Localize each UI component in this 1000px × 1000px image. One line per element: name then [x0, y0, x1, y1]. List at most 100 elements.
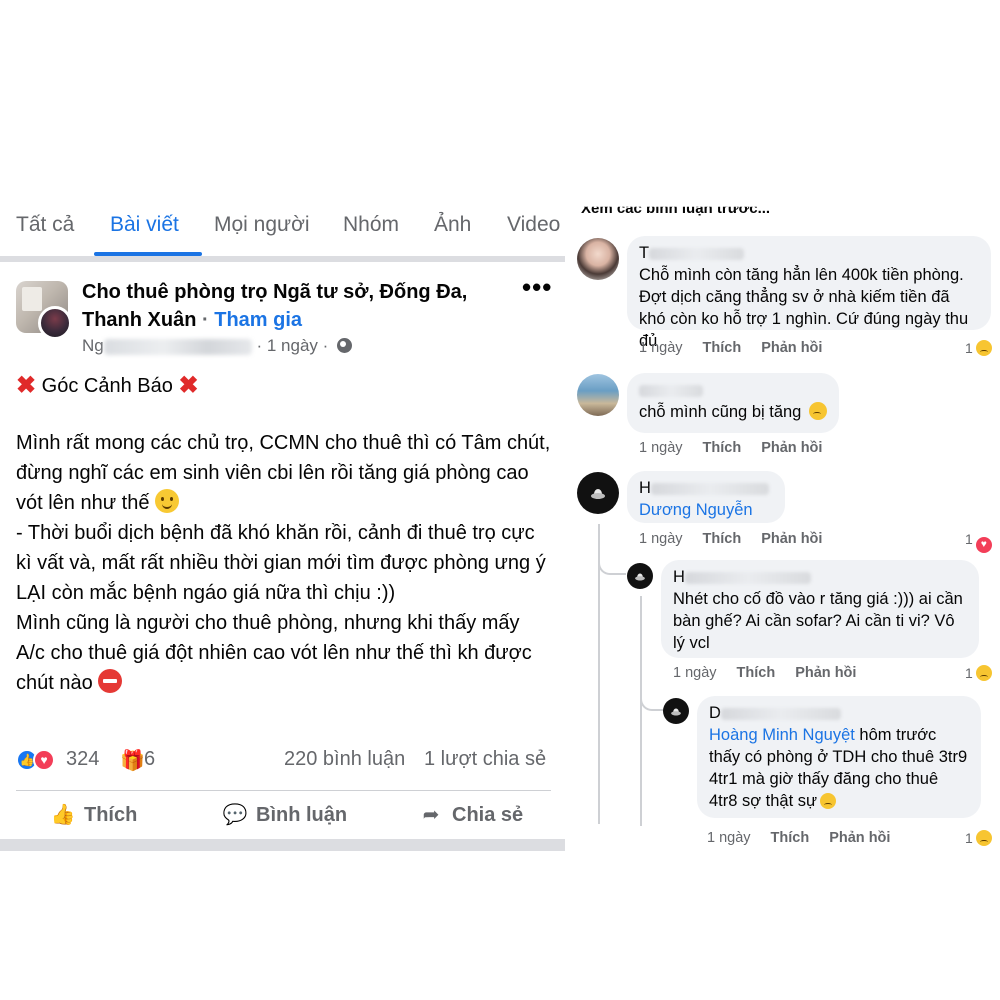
- reaction-summary: 👍 ♥ 324 🎁 6 220 bình luận 1 lượt chia sẻ: [16, 746, 551, 776]
- globe-icon: [337, 338, 353, 353]
- commenter-name[interactable]: H: [673, 568, 685, 586]
- comment-text: Chỗ mình còn tăng hẳn lên 400k tiền phòn…: [639, 266, 969, 350]
- comment-text: chỗ mình cũng bị tăng: [639, 403, 802, 421]
- post-body: ✖ Góc Cảnh Báo ✖ Mình rất mong các chủ t…: [16, 371, 551, 698]
- share-arrow-icon: ➦: [422, 804, 440, 826]
- more-options-button[interactable]: •••: [522, 272, 552, 303]
- commenter-avatar[interactable]: [577, 374, 619, 416]
- smiley-emoji-icon: [155, 489, 180, 513]
- lotus-icon: [635, 573, 645, 581]
- like-button[interactable]: 👍 Thích: [50, 802, 138, 827]
- comment-reactions[interactable]: 1: [965, 830, 992, 846]
- comment-time[interactable]: 1 ngày: [639, 340, 683, 356]
- commenter-name[interactable]: D: [709, 704, 721, 722]
- comment-count-link[interactable]: 220 bình luận: [284, 748, 405, 771]
- reaction-count[interactable]: 324: [66, 748, 99, 771]
- tab-posts[interactable]: Bài viết: [110, 213, 179, 237]
- comment-reply-button[interactable]: Phản hồi: [795, 665, 856, 681]
- commenter-avatar[interactable]: [627, 563, 653, 589]
- tab-photos[interactable]: Ảnh: [434, 213, 471, 237]
- crying-emoji-icon: [820, 793, 837, 809]
- lotus-icon: [591, 489, 605, 499]
- author-name-redacted: [103, 338, 252, 355]
- post-paragraph: Mình rất mong các chủ trọ, CCMN cho thuê…: [16, 432, 551, 514]
- comment-bubble: H Dương Nguyễn: [627, 471, 785, 523]
- comment-like-button[interactable]: Thích: [703, 440, 742, 456]
- post-panel: Tất cả Bài viết Mọi người Nhóm Ảnh Video…: [0, 196, 565, 851]
- comment-bubble: T Chỗ mình còn tăng hẳn lên 400k tiền ph…: [627, 236, 991, 350]
- commenter-name[interactable]: T: [639, 244, 649, 262]
- comment-meta: 1 ngày Thích Phản hồi: [707, 830, 890, 846]
- speech-bubble-icon: 💬: [222, 804, 248, 826]
- author-name[interactable]: Ng: [82, 336, 104, 355]
- share-button[interactable]: ➦ Chia sẻ: [418, 802, 524, 827]
- divider: [0, 839, 565, 851]
- comment-meta: 1 ngày Thích Phản hồi: [673, 665, 856, 681]
- comment-time[interactable]: 1 ngày: [673, 665, 717, 681]
- no-entry-emoji-icon: [98, 669, 123, 693]
- divider: [16, 790, 551, 791]
- post-paragraph: - Thời buổi dịch bệnh đã khó khăn rồi, c…: [16, 522, 546, 574]
- cross-mark-icon: ✖: [16, 372, 37, 399]
- post-meta: Ng · 1 ngày ·: [82, 336, 353, 356]
- thread-line: [640, 596, 642, 826]
- comment-bubble: chỗ mình cũng bị tăng: [627, 373, 839, 433]
- gift-count: 6: [144, 748, 156, 770]
- comment-meta: 1 ngày Thích Phản hồi: [639, 531, 822, 547]
- commenter-avatar[interactable]: [577, 238, 619, 280]
- sad-reaction-icon: [975, 340, 992, 356]
- crying-emoji-icon: [808, 402, 827, 420]
- comment-reactions[interactable]: 1: [965, 340, 992, 356]
- cross-mark-icon: ✖: [178, 372, 199, 399]
- love-reaction-icon[interactable]: ♥: [33, 749, 55, 771]
- comment-like-button[interactable]: Thích: [703, 531, 742, 547]
- comment-reply-button[interactable]: Phản hồi: [761, 531, 822, 547]
- comment-bubble: D Hoàng Minh Nguyệt hôm trước thấy có ph…: [697, 696, 981, 818]
- comment-button[interactable]: 💬 Bình luận: [222, 802, 348, 827]
- sad-reaction-icon: [975, 665, 992, 681]
- comment-time[interactable]: 1 ngày: [639, 440, 683, 456]
- commenter-name-redacted: [639, 384, 703, 397]
- comments-panel: Xem các bình luận trước... T Chỗ mình cò…: [565, 196, 1000, 860]
- post-paragraph: Mình cũng là người cho thuê phòng, nhưng…: [16, 612, 532, 694]
- mention-link[interactable]: Dương Nguyễn: [639, 501, 753, 519]
- post-actions: 👍 Thích 💬 Bình luận ➦ Chia sẻ: [0, 796, 565, 836]
- tab-people[interactable]: Mọi người: [214, 213, 310, 237]
- comment-reply-button[interactable]: Phản hồi: [829, 830, 890, 846]
- mention-link[interactable]: Hoàng Minh Nguyệt: [709, 726, 855, 744]
- post-time[interactable]: · 1 ngày ·: [256, 336, 328, 355]
- comment-time[interactable]: 1 ngày: [707, 830, 751, 846]
- view-previous-comments-link[interactable]: Xem các bình luận trước...: [581, 207, 770, 217]
- commenter-avatar[interactable]: [577, 472, 619, 514]
- comment-reactions[interactable]: 1 ♥: [965, 531, 992, 553]
- post-header: Cho thuê phòng trọ Ngã tư sở, Đống Đa, T…: [0, 266, 565, 376]
- comment-meta: 1 ngày Thích Phản hồi: [639, 440, 822, 456]
- divider: [0, 256, 565, 262]
- thumbs-up-icon: 👍: [50, 804, 76, 826]
- share-count-link[interactable]: 1 lượt chia sẻ: [424, 748, 546, 771]
- gift-icon: 🎁: [120, 750, 145, 772]
- author-avatar[interactable]: [38, 306, 72, 340]
- join-group-button[interactable]: Tham gia: [214, 309, 302, 331]
- post-heading: ✖ Góc Cảnh Báo ✖: [16, 372, 199, 399]
- comment-like-button[interactable]: Thích: [703, 340, 742, 356]
- heart-reaction-icon: ♥: [975, 537, 992, 553]
- comment-time[interactable]: 1 ngày: [639, 531, 683, 547]
- tab-videos[interactable]: Video: [507, 213, 560, 237]
- comment-like-button[interactable]: Thích: [771, 830, 810, 846]
- thread-connector: [598, 551, 626, 575]
- commenter-avatar[interactable]: [663, 698, 689, 724]
- comment-reply-button[interactable]: Phản hồi: [761, 340, 822, 356]
- lotus-icon: [671, 708, 681, 716]
- tab-groups[interactable]: Nhóm: [343, 213, 399, 237]
- comment-text: Nhét cho cố đồ vào r tăng giá :))) ai cầ…: [673, 590, 963, 652]
- post-title: Cho thuê phòng trọ Ngã tư sở, Đống Đa, T…: [82, 281, 468, 331]
- comment-like-button[interactable]: Thích: [737, 665, 776, 681]
- tab-all[interactable]: Tất cả: [16, 213, 74, 237]
- comment-bubble: H Nhét cho cố đồ vào r tăng giá :))) ai …: [661, 560, 979, 658]
- thread-connector: [640, 691, 664, 711]
- commenter-name[interactable]: H: [639, 479, 651, 497]
- post-paragraph: LẠI còn mắc bệnh ngáo giá nữa thì chịu :…: [16, 582, 396, 604]
- comment-reactions[interactable]: 1: [965, 665, 992, 681]
- comment-reply-button[interactable]: Phản hồi: [761, 440, 822, 456]
